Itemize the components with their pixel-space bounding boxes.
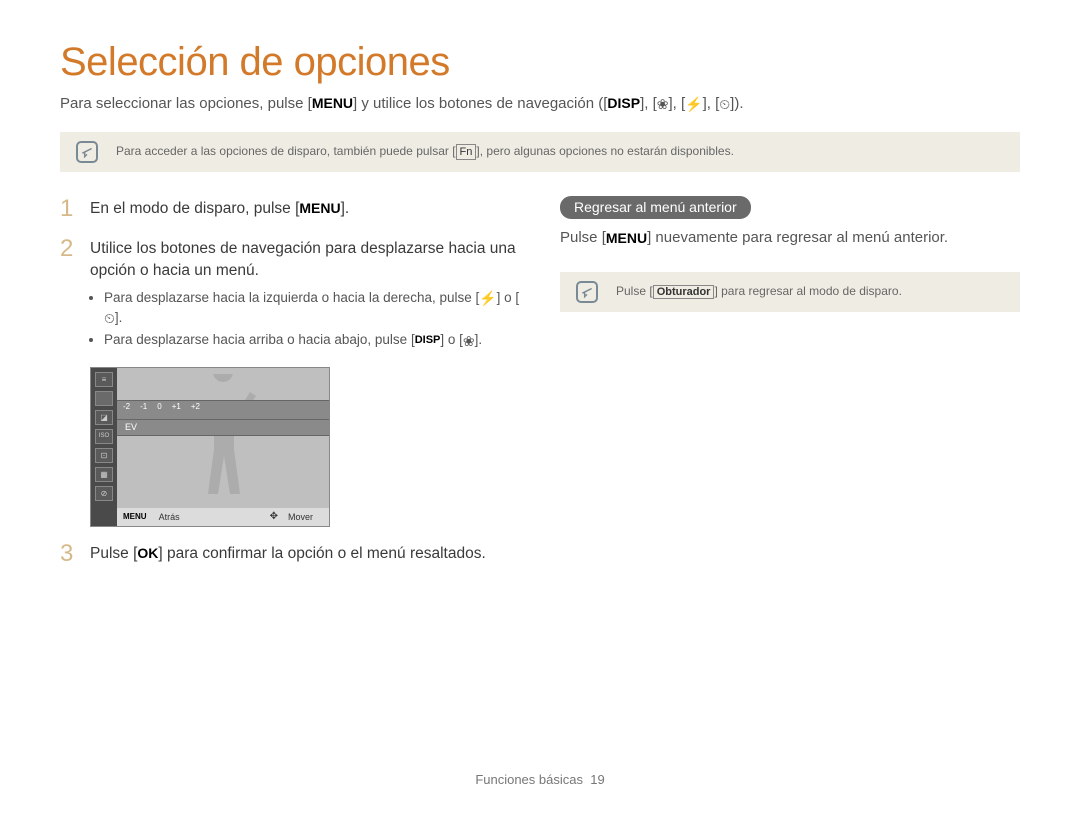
- screenshot-footer: MENU Atrás ✥ Mover: [91, 508, 329, 526]
- step-1: 1 En el modo de disparo, pulse [MENU].: [60, 196, 520, 222]
- screenshot-sidebar: ≡ ◪ ISO ⊡ ▦ ⊘: [91, 368, 117, 508]
- macro-icon: ❀: [463, 334, 475, 348]
- menu-label-icon: MENU: [299, 199, 340, 219]
- subtitle-part: ]).: [730, 95, 743, 112]
- ev-mark: -1: [140, 402, 147, 411]
- subtitle-part: ] y utilice los botones de navegación ([: [353, 95, 607, 112]
- ev-mark: 0: [157, 402, 161, 411]
- subtitle-part: Para seleccionar las opciones, pulse [: [60, 95, 312, 112]
- step-number: 1: [60, 196, 78, 222]
- footer-page-number: 19: [590, 772, 604, 787]
- camera-screenshot: ≡ ◪ ISO ⊡ ▦ ⊘ -2: [90, 367, 330, 527]
- flash-icon: ⚡: [685, 97, 702, 111]
- step-text: En el modo de disparo, pulse [: [90, 200, 299, 217]
- left-column: 1 En el modo de disparo, pulse [MENU]. 2…: [60, 196, 520, 581]
- info-note-box: Pulse [Obturador] para regresar al modo …: [560, 272, 1020, 312]
- bullet-text: ] o [: [497, 290, 520, 305]
- sidebar-icon: ⊘: [95, 486, 113, 501]
- ok-label-icon: OK: [137, 544, 158, 564]
- sub-bullet: Para desplazarse hacia arriba o hacia ab…: [104, 330, 520, 350]
- bullet-text: ].: [115, 310, 123, 325]
- disp-label-icon: DISP: [415, 332, 441, 349]
- subtitle-part: ], [: [640, 95, 657, 112]
- note-icon: [576, 281, 598, 303]
- step-3: 3 Pulse [OK] para confirmar la opción o …: [60, 541, 520, 567]
- section-heading-pill: Regresar al menú anterior: [560, 196, 751, 219]
- note-text-part: Pulse [: [616, 284, 653, 298]
- note-text-part: ], pero algunas opciones no estarán disp…: [476, 144, 734, 158]
- sidebar-icon: ≡: [95, 372, 113, 387]
- footer-section: Funciones básicas: [475, 772, 583, 787]
- bullet-text: Para desplazarse hacia la izquierda o ha…: [104, 290, 479, 305]
- screenshot-main: -2 -1 0 +1 +2 EV: [117, 368, 329, 508]
- page-title: Selección de opciones: [60, 40, 1020, 85]
- menu-label-icon: MENU: [312, 94, 353, 114]
- menu-label-icon: MENU: [606, 228, 647, 249]
- ev-mark: +1: [172, 402, 181, 411]
- bullet-text: ] o [: [440, 332, 463, 347]
- macro-icon: ❀: [657, 97, 669, 111]
- fn-label-icon: Fn: [456, 144, 477, 160]
- step-number: 3: [60, 541, 78, 567]
- sidebar-icon: [95, 391, 113, 406]
- subtitle-part: ], [: [703, 95, 720, 112]
- ev-mark: +2: [191, 402, 200, 411]
- text-part: Pulse [: [560, 229, 606, 246]
- step-text: ] para confirmar la opción o el menú res…: [158, 545, 485, 562]
- nav-icon: ✥: [270, 511, 278, 522]
- note-text-part: Para acceder a las opciones de disparo, …: [116, 144, 456, 158]
- step-text: Utilice los botones de navegación para d…: [90, 238, 520, 281]
- right-column: Regresar al menú anterior Pulse [MENU] n…: [560, 196, 1020, 581]
- step-text: Pulse [: [90, 545, 137, 562]
- step-2: 2 Utilice los botones de navegación para…: [60, 236, 520, 352]
- text-part: ] nuevamente para regresar al menú anter…: [647, 229, 948, 246]
- footer-back-label: Atrás: [153, 512, 186, 522]
- disp-label-icon: DISP: [607, 94, 640, 114]
- step-number: 2: [60, 236, 78, 352]
- timer-icon: ⏲: [719, 97, 730, 111]
- page-footer: Funciones básicas 19: [0, 772, 1080, 787]
- note-text-part: ] para regresar al modo de disparo.: [714, 284, 901, 298]
- page-subtitle: Para seleccionar las opciones, pulse [ME…: [60, 93, 1020, 114]
- sidebar-icon: ISO: [95, 429, 113, 444]
- subtitle-part: ], [: [668, 95, 685, 112]
- note-icon: [76, 141, 98, 163]
- footer-menu-label: MENU: [117, 512, 153, 521]
- ev-label: EV: [121, 422, 137, 432]
- timer-icon: ⏲: [104, 311, 115, 325]
- right-text: Pulse [MENU] nuevamente para regresar al…: [560, 227, 1020, 250]
- ev-mark: -2: [123, 402, 130, 411]
- sidebar-icon: ⊡: [95, 448, 113, 463]
- flash-icon: ⚡: [479, 291, 496, 305]
- sub-bullet: Para desplazarse hacia la izquierda o ha…: [104, 288, 520, 329]
- info-note-box: Para acceder a las opciones de disparo, …: [60, 132, 1020, 172]
- ev-scale-marks: -2 -1 0 +1 +2: [123, 402, 200, 411]
- ev-label-band: EV: [117, 420, 329, 436]
- footer-move-label: Mover: [282, 512, 319, 522]
- bullet-text: ].: [475, 332, 483, 347]
- sidebar-ev-icon: ◪: [95, 410, 113, 425]
- step-text: ].: [341, 200, 350, 217]
- sidebar-icon: ▦: [95, 467, 113, 482]
- bullet-text: Para desplazarse hacia arriba o hacia ab…: [104, 332, 415, 347]
- person-silhouette-icon: [178, 374, 268, 504]
- obturador-label-icon: Obturador: [653, 285, 715, 299]
